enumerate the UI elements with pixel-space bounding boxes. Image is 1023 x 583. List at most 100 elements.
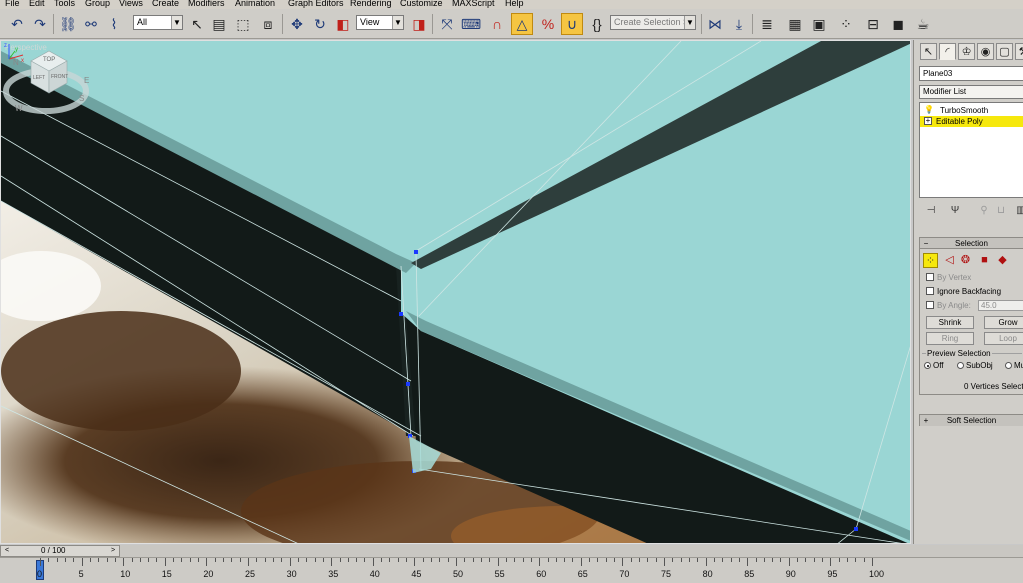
menu-views[interactable]: Views bbox=[119, 0, 143, 9]
track-tick bbox=[747, 558, 749, 566]
show-end-result-icon[interactable]: Ψ bbox=[945, 203, 965, 219]
menu-maxscript[interactable]: MAXScript bbox=[452, 0, 495, 9]
bind-space-warp-icon[interactable]: ⌇ bbox=[103, 13, 125, 35]
selection-rollout-header[interactable]: − Selection bbox=[920, 238, 1023, 249]
selection-filter-dropdown[interactable]: All ▼ bbox=[133, 15, 183, 30]
menu-customize[interactable]: Customize bbox=[400, 0, 443, 9]
edge-mode-icon[interactable]: ◁ bbox=[942, 253, 957, 268]
select-move-icon[interactable]: ✥ bbox=[286, 13, 308, 35]
keyboard-shortcut-override-icon[interactable]: ⌨ bbox=[460, 13, 482, 35]
time-slider[interactable]: < 0 / 100 > bbox=[0, 545, 120, 557]
prev-frame-icon[interactable]: < bbox=[2, 546, 12, 556]
redo-icon[interactable]: ↷ bbox=[29, 13, 51, 35]
use-pivot-icon[interactable]: ◨ bbox=[408, 13, 430, 35]
menu-tools[interactable]: Tools bbox=[54, 0, 75, 9]
modifier-list-dropdown[interactable]: Modifier List bbox=[919, 85, 1023, 99]
configure-modifier-sets-icon[interactable]: ▥ bbox=[1011, 203, 1023, 219]
track-tick bbox=[547, 558, 549, 562]
menu-edit[interactable]: Edit bbox=[29, 0, 45, 9]
material-editor-icon[interactable]: ⁘ bbox=[835, 13, 857, 35]
remove-modifier-icon[interactable]: ⊔ bbox=[991, 203, 1011, 219]
soft-selection-rollout-header[interactable]: + Soft Selection bbox=[920, 415, 1023, 426]
stack-item-editable-poly[interactable]: + Editable Poly bbox=[920, 116, 1023, 127]
track-bar[interactable]: 0 5 10 15 20 25 30 35 40 45 50 55 60 65 70 75 80 85 90 95 10… bbox=[0, 557, 1023, 583]
menu-group[interactable]: Group bbox=[85, 0, 110, 9]
toolbar-separator bbox=[53, 14, 54, 34]
track-tick bbox=[156, 558, 158, 562]
display-tab-icon[interactable]: ▢ bbox=[996, 43, 1013, 60]
pin-stack-icon[interactable]: ⊣ bbox=[921, 203, 941, 219]
polygon-mode-icon[interactable]: ■ bbox=[977, 253, 992, 268]
track-tick bbox=[422, 558, 424, 562]
loop-button[interactable]: Loop bbox=[984, 332, 1023, 345]
preview-subobj-radio[interactable]: SubObj bbox=[957, 361, 993, 370]
named-selection-dropdown[interactable]: Create Selection Set ▼ bbox=[610, 15, 696, 30]
select-scale-icon[interactable]: ◧ bbox=[332, 13, 354, 35]
ring-button[interactable]: Ring bbox=[926, 332, 974, 345]
select-rotate-icon[interactable]: ↻ bbox=[309, 13, 331, 35]
shrink-button[interactable]: Shrink bbox=[926, 316, 974, 329]
track-tick bbox=[272, 558, 274, 562]
reference-coordinate-dropdown[interactable]: View ▼ bbox=[356, 15, 404, 30]
modify-tab-icon[interactable]: ◜ bbox=[939, 43, 956, 60]
ignore-backfacing-checkbox[interactable]: Ignore Backfacing bbox=[926, 286, 1001, 297]
modifier-stack[interactable]: 💡 TurboSmooth + Editable Poly bbox=[919, 102, 1023, 198]
angle-snap-icon[interactable]: △ bbox=[511, 13, 533, 35]
window-crossing-icon[interactable]: ⧈ bbox=[257, 13, 279, 35]
grow-button[interactable]: Grow bbox=[984, 316, 1023, 329]
border-mode-icon[interactable]: ❂ bbox=[958, 253, 973, 268]
by-vertex-checkbox[interactable]: By Vertex bbox=[926, 272, 971, 283]
preview-multi-radio[interactable]: Mu bbox=[1005, 361, 1023, 370]
render-setup-icon[interactable]: ⊟ bbox=[862, 13, 884, 35]
track-tick bbox=[522, 558, 524, 562]
vertex-mode-icon[interactable]: ⁘ bbox=[923, 253, 938, 268]
curve-editor-icon[interactable]: ▦ bbox=[784, 13, 806, 35]
menu-graph-editors[interactable]: Graph Editors bbox=[288, 0, 344, 9]
undo-icon[interactable]: ↶ bbox=[6, 13, 28, 35]
track-tick bbox=[713, 558, 715, 562]
quick-render-icon[interactable]: ☕ bbox=[912, 13, 934, 35]
select-object-icon[interactable]: ↖ bbox=[186, 13, 208, 35]
track-tick bbox=[497, 558, 499, 566]
stack-item-turbosmooth[interactable]: 💡 TurboSmooth bbox=[920, 105, 1023, 116]
utilities-tab-icon[interactable]: ⚒ bbox=[1015, 43, 1023, 60]
hierarchy-tab-icon[interactable]: ♔ bbox=[958, 43, 975, 60]
percent-snap-icon[interactable]: % bbox=[537, 13, 559, 35]
snap-toggle-icon[interactable]: ∩ bbox=[486, 13, 508, 35]
rect-region-icon[interactable]: ⬚ bbox=[232, 13, 254, 35]
mirror-icon[interactable]: ⋈ bbox=[704, 13, 726, 35]
schematic-view-icon[interactable]: ▣ bbox=[808, 13, 830, 35]
menu-create[interactable]: Create bbox=[152, 0, 179, 9]
preview-off-radio[interactable]: Off bbox=[924, 361, 944, 370]
layer-manager-icon[interactable]: ≣ bbox=[756, 13, 778, 35]
menu-animation[interactable]: Animation bbox=[235, 0, 275, 9]
rendered-frame-icon[interactable]: ◼ bbox=[887, 13, 909, 35]
unlink-icon[interactable]: ⚯ bbox=[80, 13, 102, 35]
by-angle-checkbox[interactable]: By Angle: bbox=[926, 300, 971, 311]
track-tick bbox=[381, 558, 383, 562]
perspective-viewport[interactable]: Perspective TOP LEFT FRONT N E S W x y z bbox=[0, 40, 911, 544]
menu-modifiers[interactable]: Modifiers bbox=[188, 0, 225, 9]
plus-box-icon[interactable]: + bbox=[924, 117, 932, 125]
viewcube-top-label: TOP bbox=[43, 57, 55, 63]
menu-file[interactable]: File bbox=[5, 0, 20, 9]
next-frame-icon[interactable]: > bbox=[108, 546, 118, 556]
object-name-field[interactable]: Plane03 bbox=[919, 66, 1023, 81]
bulb-icon[interactable]: 💡 bbox=[924, 106, 934, 114]
angle-spinner[interactable]: 45.0 bbox=[978, 300, 1023, 311]
track-tick bbox=[872, 558, 873, 566]
align-icon[interactable]: ⤓ bbox=[728, 13, 750, 35]
menu-help[interactable]: Help bbox=[505, 0, 524, 9]
track-tick bbox=[822, 558, 824, 562]
motion-tab-icon[interactable]: ◉ bbox=[977, 43, 994, 60]
create-tab-icon[interactable]: ↖ bbox=[920, 43, 937, 60]
menu-rendering[interactable]: Rendering bbox=[350, 0, 392, 9]
track-tick bbox=[472, 558, 474, 562]
element-mode-icon[interactable]: ◆ bbox=[995, 253, 1010, 268]
edit-named-sets-icon[interactable]: {} bbox=[586, 13, 608, 35]
spinner-snap-icon[interactable]: ∪ bbox=[561, 13, 583, 35]
select-link-icon[interactable]: ⛓ bbox=[57, 13, 79, 35]
track-tick bbox=[239, 558, 241, 562]
select-manipulate-icon[interactable]: ⤧ bbox=[436, 13, 458, 35]
select-by-name-icon[interactable]: ▤ bbox=[208, 13, 230, 35]
